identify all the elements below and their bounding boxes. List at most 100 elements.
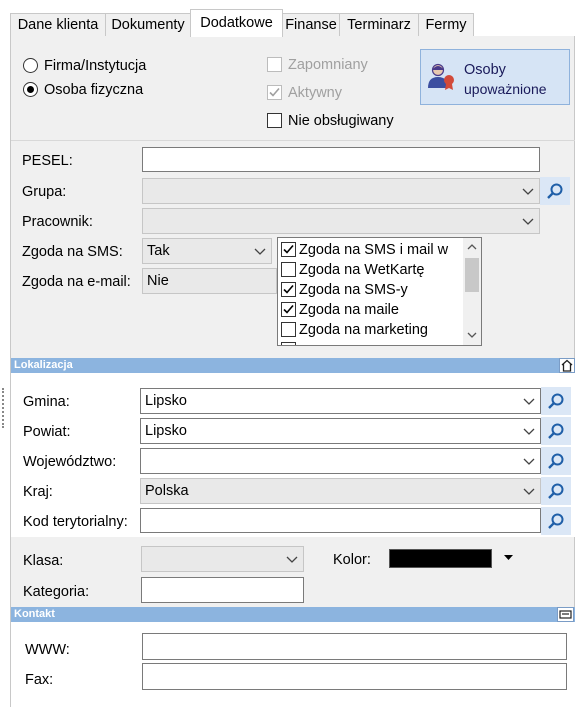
splitter-grip[interactable] (2, 388, 4, 428)
consent-checkbox[interactable] (281, 302, 296, 317)
kategoria-label: Kategoria: (23, 584, 90, 600)
search-icon (548, 453, 564, 469)
powiat-label: Powiat: (23, 424, 71, 440)
zapomniany-label: Zapomniany (288, 57, 368, 73)
gmina-search-button[interactable] (541, 387, 571, 415)
checkmark-icon (283, 304, 294, 314)
zgoda-email-select[interactable]: Nie (142, 268, 277, 294)
fax-label: Fax: (25, 672, 54, 688)
consents-scrollbar[interactable] (463, 238, 481, 345)
consent-label: Zgoda na maile (299, 302, 399, 318)
fax-input[interactable] (142, 663, 567, 690)
tab-dane-klienta[interactable]: Dane klienta (10, 13, 106, 37)
contact-header: Kontakt (11, 607, 575, 622)
checkmark-icon (283, 244, 294, 254)
chevron-down-icon (523, 428, 535, 435)
checkbox-zapomniany[interactable] (267, 57, 282, 72)
kolor-label: Kolor: (333, 552, 371, 568)
www-label: WWW: (25, 642, 70, 658)
chevron-down-icon (523, 458, 535, 465)
consents-list[interactable]: Zgoda na SMS i mail w Zgoda na WetKartę … (277, 237, 482, 346)
radio-osoba-fizyczna[interactable] (23, 82, 38, 97)
wojewodztwo-select[interactable] (140, 448, 541, 474)
authorized-persons-line1: Osoby (464, 62, 506, 78)
checkmark-icon (269, 87, 280, 97)
localization-header: Lokalizacja (11, 358, 575, 373)
powiat-select[interactable]: Lipsko (140, 418, 541, 444)
chevron-down-icon (523, 488, 535, 495)
grupa-select[interactable] (142, 178, 540, 204)
consent-label: Zgoda na marketing (299, 322, 428, 338)
tab-dodatkowe[interactable]: Dodatkowe (190, 9, 283, 37)
pracownik-label: Pracownik: (22, 214, 93, 230)
chevron-down-icon (254, 248, 266, 255)
chevron-down-icon (522, 188, 534, 195)
tab-dokumenty[interactable]: Dokumenty (105, 13, 191, 37)
search-icon (548, 513, 564, 529)
aktywny-label: Aktywny (288, 85, 342, 101)
consent-label: Zgoda na SMS-y (299, 282, 408, 298)
consent-label: Zgoda na SMS i mail w (299, 242, 449, 258)
checkmark-icon (283, 284, 294, 294)
consent-checkbox[interactable] (281, 242, 296, 257)
color-dropdown-icon[interactable] (504, 555, 513, 561)
search-icon (547, 183, 563, 199)
pesel-label: PESEL: (22, 153, 73, 169)
tab-bar: Dane klienta Dokumenty Dodatkowe Finanse… (0, 0, 580, 37)
consent-label: Zgoda na WetKartę (299, 262, 425, 278)
consent-checkbox[interactable] (281, 342, 296, 345)
kraj-label: Kraj: (23, 484, 53, 500)
radio-firma-label: Firma/Instytucja (44, 58, 147, 74)
scroll-up-icon[interactable] (467, 243, 477, 251)
contact-title: Kontakt (14, 608, 55, 620)
authorized-persons-button[interactable]: Osoby upoważnione (420, 49, 570, 105)
kraj-select[interactable]: Polska (140, 478, 541, 504)
www-input[interactable] (142, 633, 567, 660)
nie-obslugiwany-label: Nie obsługiwany (288, 113, 394, 129)
klasa-select[interactable] (141, 546, 304, 572)
gmina-label: Gmina: (23, 394, 70, 410)
zgoda-sms-label: Zgoda na SMS: (22, 244, 123, 260)
gmina-select[interactable]: Lipsko (140, 388, 541, 414)
powiat-search-button[interactable] (541, 417, 571, 445)
tab-terminarz[interactable]: Terminarz (339, 13, 419, 37)
pesel-input[interactable] (142, 147, 540, 172)
scrollbar-thumb[interactable] (465, 258, 479, 292)
tab-fermy[interactable]: Fermy (418, 13, 474, 37)
checkbox-nie-obslugiwany[interactable] (267, 113, 282, 128)
contact-card-icon[interactable] (557, 607, 574, 622)
divider (11, 140, 575, 141)
tab-finanse[interactable]: Finanse (282, 13, 340, 37)
consent-checkbox[interactable] (281, 282, 296, 297)
zgoda-sms-select[interactable]: Tak (142, 238, 272, 264)
scroll-down-icon[interactable] (467, 331, 477, 339)
kategoria-input[interactable] (141, 577, 304, 603)
radio-firma-instytucja[interactable] (23, 58, 38, 73)
authorized-persons-icon (428, 63, 454, 90)
consent-checkbox[interactable] (281, 262, 296, 277)
consent-checkbox[interactable] (281, 322, 296, 337)
authorized-persons-line2: upoważnione (464, 81, 547, 97)
grupa-search-button[interactable] (540, 177, 570, 205)
search-icon (548, 423, 564, 439)
localization-title: Lokalizacja (14, 359, 73, 371)
kod-search-button[interactable] (541, 507, 571, 535)
grupa-label: Grupa: (22, 184, 67, 200)
home-icon[interactable] (559, 358, 575, 373)
radio-osoba-label: Osoba fizyczna (44, 82, 144, 98)
wojewodztwo-label: Województwo: (23, 454, 117, 470)
zgoda-email-label: Zgoda na e-mail: (22, 274, 131, 290)
chevron-down-icon (523, 398, 535, 405)
pracownik-select[interactable] (142, 208, 540, 234)
checkbox-aktywny[interactable] (267, 85, 282, 100)
wojewodztwo-search-button[interactable] (541, 447, 571, 475)
kod-terytorialny-input[interactable] (140, 508, 541, 533)
klasa-label: Klasa: (23, 553, 64, 569)
search-icon (548, 393, 564, 409)
kraj-search-button[interactable] (541, 477, 571, 505)
chevron-down-icon (286, 556, 298, 563)
search-icon (548, 483, 564, 499)
chevron-down-icon (522, 218, 534, 225)
color-swatch[interactable] (389, 549, 492, 568)
kod-terytorialny-label: Kod terytorialny: (23, 514, 128, 530)
